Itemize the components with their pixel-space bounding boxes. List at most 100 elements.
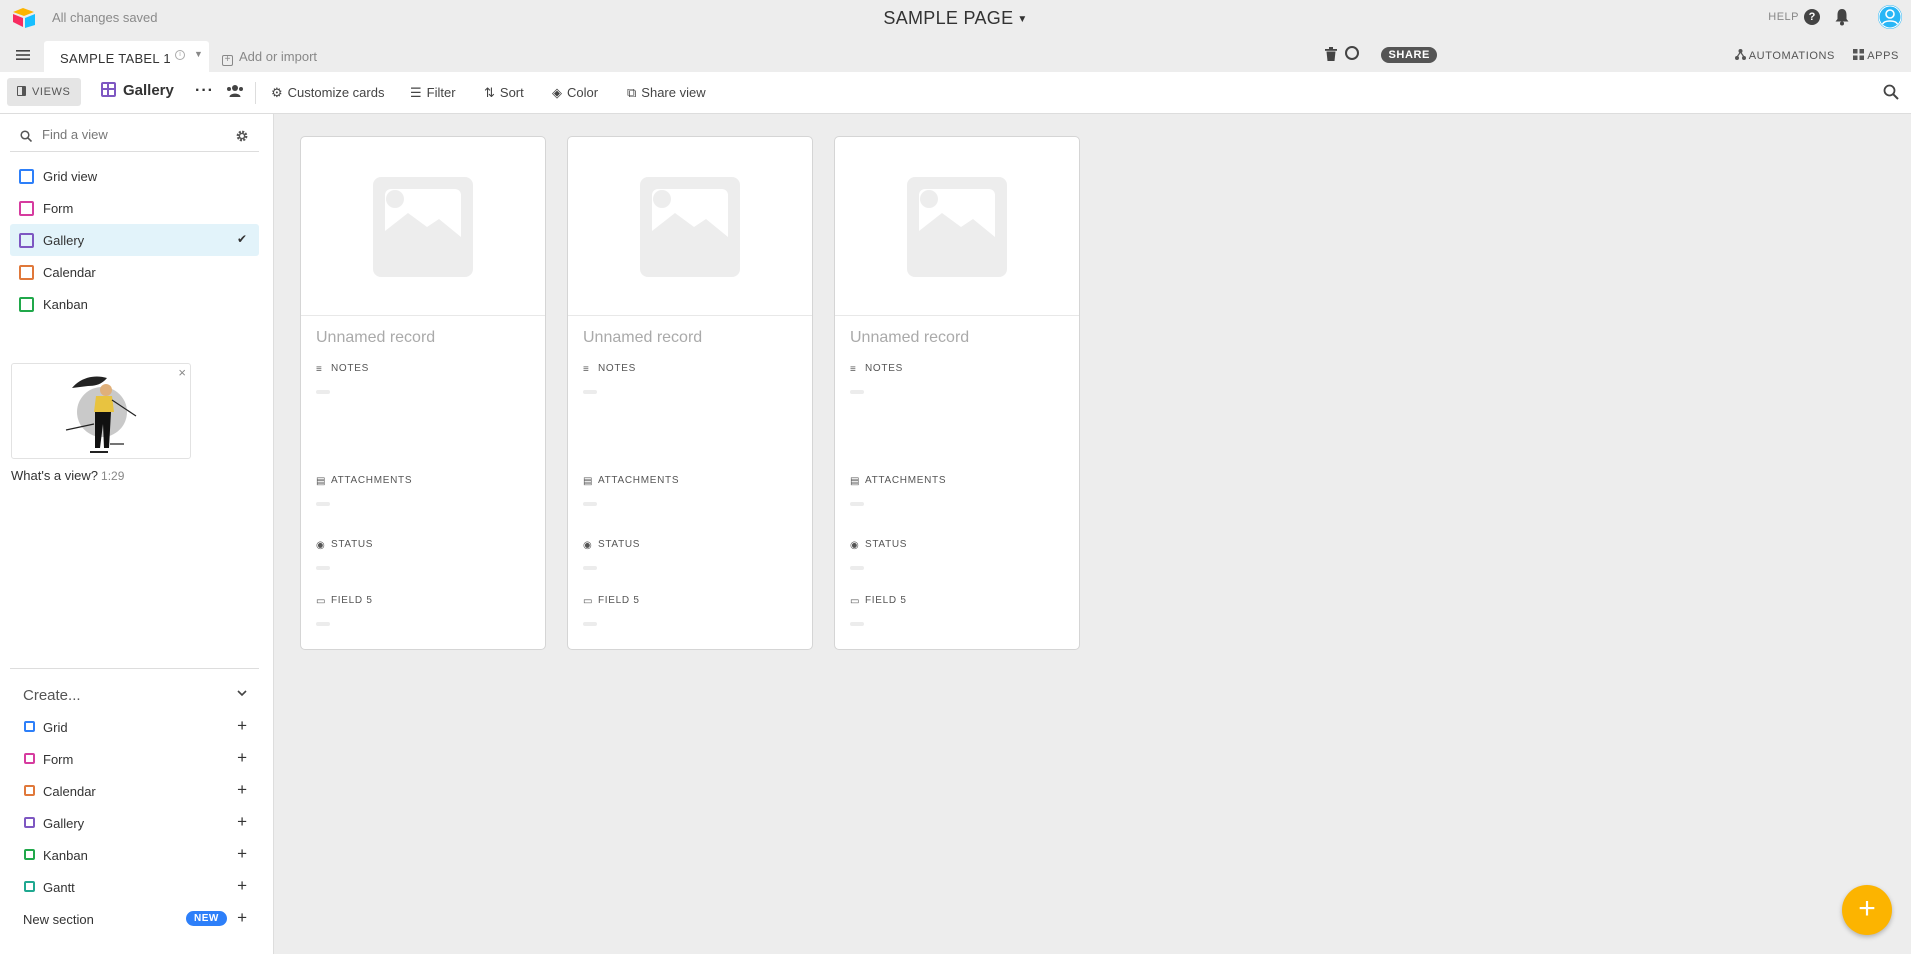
views-toggle-button[interactable]: VIEWS: [7, 78, 81, 106]
share-button[interactable]: SHARE: [1381, 47, 1437, 63]
gallery-icon: [101, 82, 116, 97]
record-title: Unnamed record: [583, 329, 703, 346]
check-icon: ✔: [236, 232, 247, 246]
history-icon[interactable]: [1345, 46, 1359, 60]
create-kanban-item[interactable]: Kanban +: [10, 838, 259, 870]
create-form-item[interactable]: Form +: [10, 742, 259, 774]
create-grid-item[interactable]: Grid +: [10, 710, 259, 742]
customize-cards-button[interactable]: ⚙ Customize cards: [271, 85, 384, 101]
tab-sample-tabel-1[interactable]: SAMPLE TABEL 1 i ▼: [44, 41, 209, 72]
create-gantt-item[interactable]: Gantt +: [10, 870, 259, 902]
plus-icon[interactable]: +: [237, 716, 247, 736]
apps-button[interactable]: APPS: [1853, 49, 1899, 62]
user-avatar[interactable]: [1878, 5, 1902, 29]
new-badge: NEW: [186, 911, 227, 926]
top-bar: All changes saved SAMPLE PAGE ▼ HELP ?: [0, 0, 1911, 36]
create-new-section-item[interactable]: New section NEW +: [10, 902, 259, 934]
image-placeholder-icon: [373, 177, 473, 277]
gallery-icon: [24, 817, 35, 828]
form-icon: [24, 753, 35, 764]
field-value-empty: [850, 622, 864, 626]
gallery-area: Unnamed record ≡ NOTES ▤ ATTACHMENTS ◉ STAT…: [275, 114, 1911, 954]
sort-button[interactable]: ⇅ Sort: [484, 85, 524, 101]
help-icon[interactable]: ?: [1804, 9, 1820, 25]
external-link-icon: ⧉: [627, 85, 637, 100]
add-or-import-button[interactable]: + Add or import: [222, 49, 317, 66]
collaborators-icon[interactable]: [226, 84, 244, 98]
record-card[interactable]: Unnamed record ≡ NOTES ▤ ATTACHMENTS ◉ STAT…: [834, 136, 1080, 650]
video-duration: 1:29: [101, 469, 125, 483]
calendar-icon: [19, 265, 34, 280]
field-type-icon: ▭: [316, 596, 327, 607]
field-value-empty: [850, 390, 864, 394]
field-value-empty: [583, 390, 597, 394]
chevron-down-icon[interactable]: [237, 688, 247, 698]
search-icon[interactable]: [1883, 84, 1899, 100]
create-item-label: Form: [43, 752, 74, 767]
single-select-icon: ◉: [850, 540, 860, 551]
plus-icon[interactable]: +: [237, 876, 247, 896]
plus-icon[interactable]: +: [237, 812, 247, 832]
color-button[interactable]: ◈ Color: [552, 85, 598, 101]
single-select-icon: ◉: [583, 540, 593, 551]
tutorial-video-caption[interactable]: What's a view? 1:29: [11, 468, 124, 483]
view-item-form[interactable]: Form: [10, 192, 259, 224]
find-view-search: [10, 122, 259, 152]
tutorial-illustration: [65, 376, 137, 453]
gear-icon[interactable]: [235, 129, 249, 143]
field-value-empty: [583, 502, 597, 506]
filter-button[interactable]: ☰ Filter: [410, 85, 456, 101]
add-record-button[interactable]: +: [1842, 885, 1892, 935]
create-calendar-item[interactable]: Calendar +: [10, 774, 259, 806]
plus-icon: +: [222, 55, 233, 66]
create-section-header[interactable]: Create...: [23, 687, 81, 704]
field-type-icon: ▭: [583, 596, 594, 607]
automations-button[interactable]: AUTOMATIONS: [1734, 49, 1835, 62]
view-item-grid[interactable]: Grid view: [10, 160, 259, 192]
table-tab-label: SAMPLE TABEL 1: [60, 51, 171, 66]
view-item-kanban[interactable]: Kanban: [10, 288, 259, 320]
divider: [10, 668, 259, 669]
field-value-empty: [316, 502, 330, 506]
paint-bucket-icon: ◈: [552, 85, 562, 100]
more-options-icon[interactable]: ···: [195, 82, 214, 100]
tutorial-video-thumbnail[interactable]: ×: [11, 363, 191, 459]
search-icon: [20, 130, 32, 142]
find-view-input[interactable]: [42, 127, 222, 142]
plus-icon[interactable]: +: [237, 844, 247, 864]
create-gallery-item[interactable]: Gallery +: [10, 806, 259, 838]
plus-icon[interactable]: +: [237, 908, 247, 928]
bell-icon[interactable]: [1834, 8, 1850, 26]
field-label-status: ◉ STATUS: [316, 539, 374, 551]
plus-icon[interactable]: +: [237, 748, 247, 768]
view-item-gallery[interactable]: Gallery ✔: [10, 224, 259, 256]
share-view-button[interactable]: ⧉ Share view: [627, 85, 706, 101]
page-title[interactable]: SAMPLE PAGE ▼: [0, 8, 1911, 29]
menu-icon[interactable]: [16, 50, 30, 60]
current-view-name[interactable]: Gallery: [101, 82, 174, 99]
calendar-icon: [24, 785, 35, 796]
record-card[interactable]: Unnamed record ≡ NOTES ▤ ATTACHMENTS ◉ STAT…: [300, 136, 546, 650]
create-item-label: Calendar: [43, 784, 96, 799]
field-value-empty: [850, 566, 864, 570]
view-item-calendar[interactable]: Calendar: [10, 256, 259, 288]
create-item-label: Grid: [43, 720, 68, 735]
info-icon[interactable]: i: [175, 50, 185, 60]
sidebar-icon: [17, 86, 26, 96]
kanban-icon: [19, 297, 34, 312]
trash-icon[interactable]: [1325, 47, 1337, 61]
field-value-empty: [316, 566, 330, 570]
field-value-empty: [316, 622, 330, 626]
views-sidebar: Grid view Form Gallery ✔ Calendar Kanban: [0, 114, 274, 954]
view-list: Grid view Form Gallery ✔ Calendar Kanban: [10, 160, 259, 320]
chevron-down-icon[interactable]: ▼: [194, 49, 203, 59]
single-select-icon: ◉: [316, 540, 326, 551]
view-item-label: Form: [43, 201, 74, 216]
record-card[interactable]: Unnamed record ≡ NOTES ▤ ATTACHMENTS ◉ STAT…: [567, 136, 813, 650]
help-link[interactable]: HELP: [1768, 11, 1799, 23]
close-icon[interactable]: ×: [178, 365, 186, 380]
form-icon: [19, 201, 34, 216]
attachment-icon: ▤: [850, 476, 861, 487]
plus-icon[interactable]: +: [237, 780, 247, 800]
view-item-label: Calendar: [43, 265, 96, 280]
